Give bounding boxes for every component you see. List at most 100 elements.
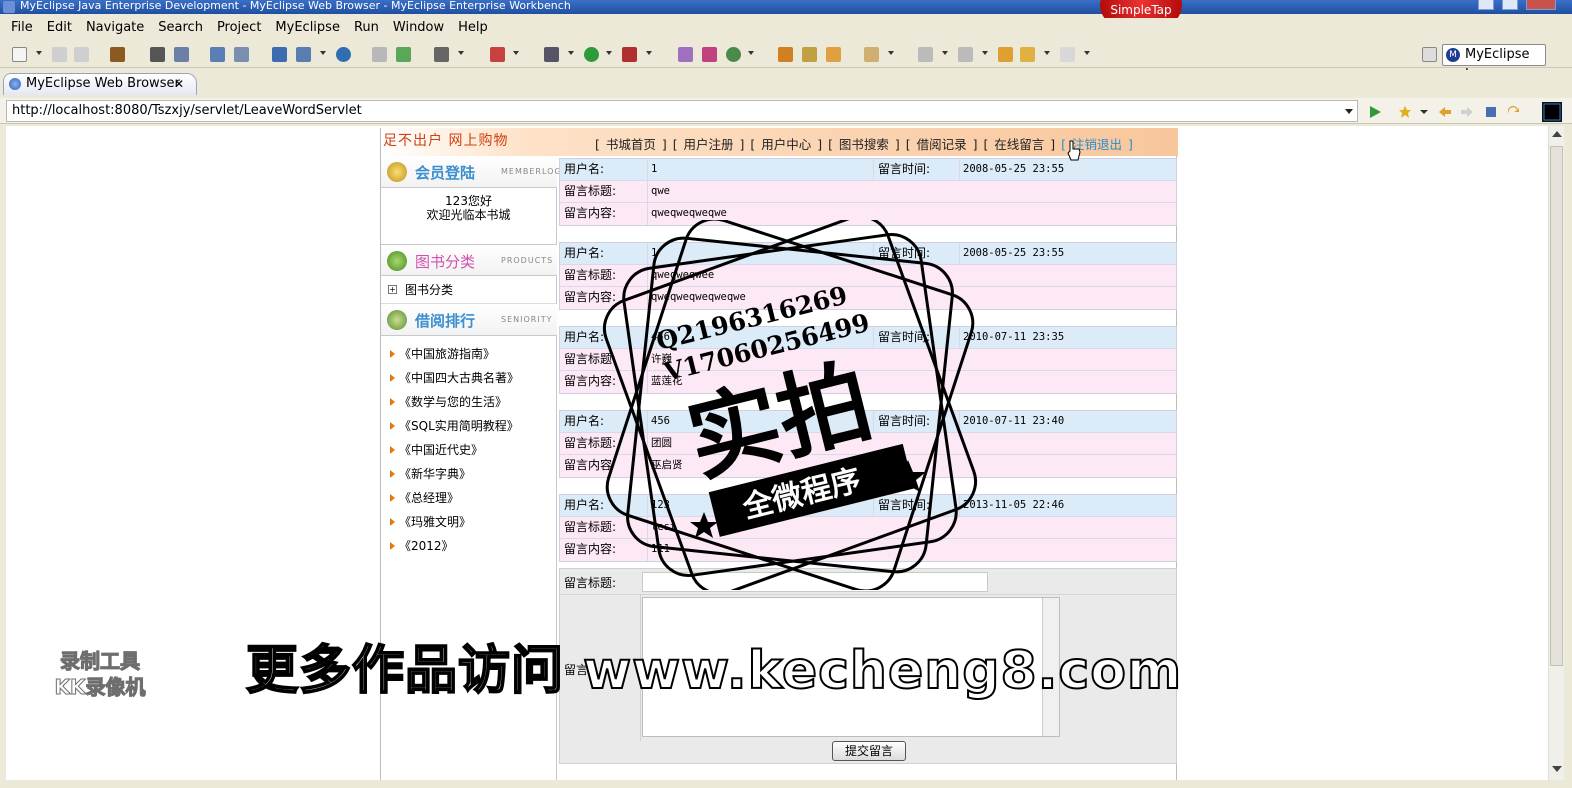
new-class-icon[interactable]	[678, 47, 693, 62]
debug-dropdown-icon[interactable]	[568, 51, 574, 55]
debug-icon[interactable]	[150, 47, 165, 62]
menu-navigate[interactable]: Navigate	[79, 18, 151, 38]
refresh-icon[interactable]	[396, 47, 411, 62]
message-title-row: 留言标题: test	[560, 517, 1176, 539]
nav-register[interactable]: [ 用户注册 ]	[673, 137, 745, 152]
message-header-row: 用户名: 123 留言时间: 2013-11-05 22:46	[560, 495, 1176, 517]
bug-icon[interactable]	[544, 47, 559, 62]
url-history-dropdown-icon[interactable]	[1345, 109, 1353, 114]
forward-icon[interactable]	[1060, 47, 1075, 62]
ranking-item[interactable]: 《中国旅游指南》	[381, 342, 556, 366]
menu-search[interactable]: Search	[151, 18, 210, 38]
nav-guestbook[interactable]: [ 在线留言 ]	[983, 137, 1055, 152]
message-title-input[interactable]	[642, 572, 988, 592]
database-icon[interactable]	[490, 47, 505, 62]
run-icon[interactable]	[584, 47, 599, 62]
tab-web-browser[interactable]: MyEclipse Web Browser ✕	[3, 73, 197, 95]
forward-dropdown-icon[interactable]	[1084, 51, 1090, 55]
prev-annotation-icon[interactable]	[958, 47, 973, 62]
menu-run[interactable]: Run	[347, 18, 386, 38]
go-icon[interactable]	[1368, 105, 1382, 119]
scroll-down-icon[interactable]	[1552, 766, 1562, 772]
database-dropdown-icon[interactable]	[513, 51, 519, 55]
stop-icon[interactable]	[1484, 105, 1498, 119]
url-input[interactable]: http://localhost:8080/Tszxjy/servlet/Lea…	[6, 100, 1358, 122]
run-dropdown-icon[interactable]	[606, 51, 612, 55]
menu-edit[interactable]: Edit	[40, 18, 79, 38]
category-tree-item[interactable]: + 图书分类	[381, 276, 556, 304]
url-value: http://localhost:8080/Tszxjy/servlet/Lea…	[12, 103, 362, 118]
server-icon[interactable]	[174, 47, 189, 62]
export-dropdown-icon[interactable]	[320, 51, 326, 55]
ranking-item[interactable]: 《总经理》	[381, 486, 556, 510]
ranking-item[interactable]: 《中国四大古典名著》	[381, 366, 556, 390]
edit-icon[interactable]	[802, 47, 817, 62]
menu-myeclipse[interactable]: MyEclipse	[268, 18, 347, 38]
package-icon[interactable]	[110, 47, 125, 62]
deploy-icon[interactable]	[210, 47, 225, 62]
ranking-item[interactable]: 《数学与您的生活》	[381, 390, 556, 414]
perspective-switcher[interactable]: M MyEclipse J...	[1442, 44, 1546, 82]
ranking-item[interactable]: 《2012》	[381, 534, 556, 558]
recorder-watermark: 录制工具 KK录像机	[32, 648, 168, 700]
last-edit-icon[interactable]	[998, 47, 1013, 62]
next-annotation-dropdown-icon[interactable]	[942, 51, 948, 55]
vertical-scrollbar[interactable]	[1548, 126, 1564, 780]
arrow-icon	[390, 470, 395, 478]
ranking-item-label: 《总经理》	[399, 491, 460, 505]
project-icon[interactable]	[272, 47, 287, 62]
folder-dropdown-icon[interactable]	[888, 51, 894, 55]
scrollbar-thumb[interactable]	[1550, 146, 1563, 666]
open-perspective-icon[interactable]	[778, 47, 793, 62]
menu-file[interactable]: File	[4, 18, 40, 38]
terminal-icon[interactable]	[434, 47, 449, 62]
nav-book-search[interactable]: [ 图书搜索 ]	[828, 137, 900, 152]
nav-user-center[interactable]: [ 用户中心 ]	[750, 137, 822, 152]
menu-help[interactable]: Help	[451, 18, 495, 38]
close-window-button[interactable]	[1526, 0, 1556, 10]
prev-annotation-dropdown-icon[interactable]	[982, 51, 988, 55]
new-file-icon[interactable]	[12, 47, 27, 62]
wizard-dropdown-icon[interactable]	[748, 51, 754, 55]
next-annotation-icon[interactable]	[918, 47, 933, 62]
nav-borrow-records[interactable]: [ 借阅记录 ]	[906, 137, 978, 152]
ranking-item[interactable]: 《玛雅文明》	[381, 510, 556, 534]
export-icon[interactable]	[296, 47, 311, 62]
favorites-star-icon[interactable]	[1398, 105, 1412, 119]
back-icon[interactable]	[1020, 47, 1035, 62]
title-label: 留言标题:	[560, 349, 648, 370]
browser-back-icon[interactable]	[1438, 105, 1452, 119]
back-dropdown-icon[interactable]	[1044, 51, 1050, 55]
new-dropdown-icon[interactable]	[36, 51, 42, 55]
open-type-icon[interactable]	[372, 47, 387, 62]
nav-home[interactable]: [ 书城首页 ]	[595, 137, 667, 152]
ranking-item[interactable]: 《中国近代史》	[381, 438, 556, 462]
print-icon[interactable]	[74, 47, 89, 62]
submit-message-button[interactable]: 提交留言	[832, 741, 906, 761]
new-package-icon[interactable]	[702, 47, 717, 62]
expand-icon[interactable]: +	[388, 285, 397, 294]
undeploy-icon[interactable]	[234, 47, 249, 62]
open-task-icon[interactable]	[826, 47, 841, 62]
terminal-dropdown-icon[interactable]	[458, 51, 464, 55]
folder-icon[interactable]	[864, 47, 879, 62]
ranking-item[interactable]: 《SQL实用简明教程》	[381, 414, 556, 438]
browser-globe-icon[interactable]	[336, 47, 351, 62]
ranking-item[interactable]: 《新华字典》	[381, 462, 556, 486]
save-icon[interactable]	[52, 47, 67, 62]
minimize-window-button[interactable]	[1478, 0, 1494, 10]
close-tab-icon[interactable]: ✕	[174, 74, 184, 94]
favorites-dropdown-icon[interactable]	[1420, 105, 1428, 119]
menu-window[interactable]: Window	[386, 18, 451, 38]
maximize-window-button[interactable]	[1502, 0, 1518, 10]
menu-project[interactable]: Project	[210, 18, 268, 38]
scroll-up-icon[interactable]	[1552, 131, 1562, 137]
browser-refresh-icon[interactable]	[1506, 105, 1520, 119]
browser-forward-icon[interactable]	[1460, 105, 1474, 119]
title-value: qweqweqwee	[651, 269, 715, 281]
new-wizard-icon[interactable]	[726, 47, 741, 62]
external-tools-icon[interactable]	[622, 47, 637, 62]
external-tools-dropdown-icon[interactable]	[646, 51, 652, 55]
open-perspective-button-icon[interactable]	[1422, 47, 1437, 62]
time-value: 2013-11-05 22:46	[963, 499, 1065, 511]
